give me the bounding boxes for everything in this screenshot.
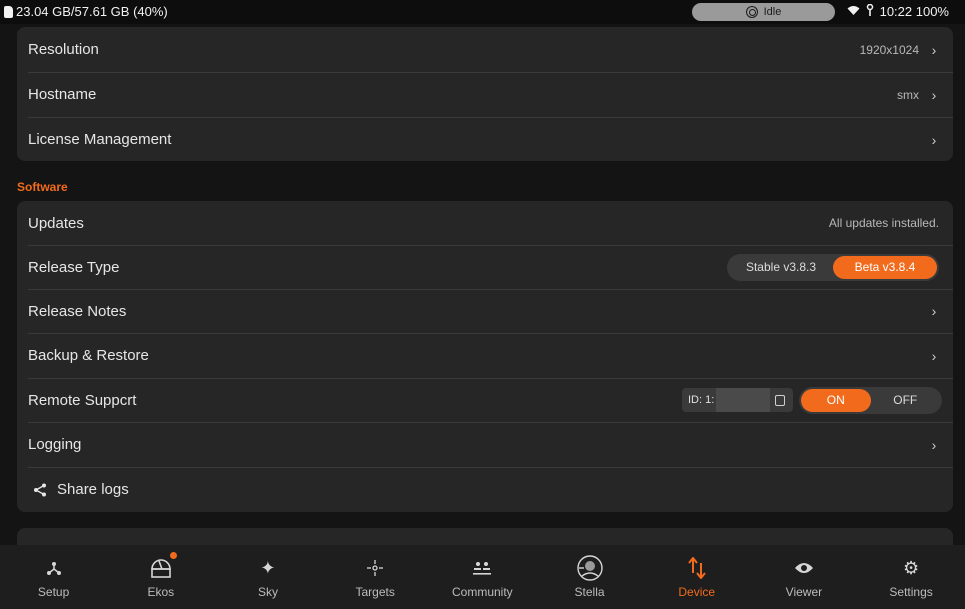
copy-icon[interactable] (775, 394, 785, 406)
stable-release-option[interactable]: Stable v3.8.3 (729, 256, 833, 279)
remote-support-toggle: ON OFF (799, 386, 942, 414)
nav-setup[interactable]: Setup (0, 545, 107, 609)
remote-support-off[interactable]: OFF (871, 389, 941, 412)
wifi-icon (847, 5, 860, 19)
setup-icon (46, 557, 62, 579)
updates-row[interactable]: Updates All updates installed. (17, 201, 953, 245)
chevron-right-icon: › (931, 86, 937, 103)
share-logs-label: Share logs (57, 481, 129, 498)
release-notes-label: Release Notes (28, 302, 127, 320)
nav-targets-label: Targets (355, 585, 395, 599)
nav-community-label: Community (452, 585, 513, 599)
nav-ekos-label: Ekos (147, 585, 175, 599)
redacted-id (716, 388, 771, 412)
key-icon (866, 3, 874, 19)
share-logs-row[interactable]: Share logs (17, 467, 953, 512)
software-section-title: Software (17, 180, 68, 194)
nav-device-label: Device (678, 585, 716, 599)
sparkle-icon: ✦ (260, 557, 276, 578)
eye-icon (794, 557, 814, 579)
idle-status-pill[interactable]: Idle (692, 3, 835, 21)
logging-row[interactable]: Logging › (17, 422, 953, 467)
license-management-row[interactable]: License Management › (17, 117, 953, 162)
backup-restore-row[interactable]: Backup & Restore › (17, 333, 953, 378)
community-icon (472, 557, 492, 579)
resolution-label: Resolution (28, 41, 99, 58)
nav-viewer-label: Viewer (785, 585, 823, 599)
idle-label: Idle (763, 6, 782, 18)
release-type-selector: Stable v3.8.3 Beta v3.8.4 (727, 253, 939, 281)
remote-support-row: Remote Suppcrt ID: 1: ON OFF (17, 378, 953, 422)
release-type-row: Release Type Stable v3.8.3 Beta v3.8.4 (17, 245, 953, 289)
time-battery: 10:22 100% (879, 4, 949, 19)
updates-status: All updates installed. (828, 216, 939, 230)
nav-targets[interactable]: Targets (322, 545, 429, 609)
transfer-arrows-icon (687, 557, 707, 579)
hostname-label: Hostname (28, 86, 97, 103)
nav-sky-label: Sky (257, 585, 278, 599)
nav-stella[interactable]: Stella (536, 545, 643, 609)
resolution-row[interactable]: Resolution 1920x1024 › (17, 27, 953, 72)
nav-community[interactable]: Community (429, 545, 536, 609)
target-icon (366, 557, 384, 579)
observatory-icon (150, 557, 172, 579)
hostname-value: smx (897, 87, 919, 102)
chevron-right-icon: › (931, 131, 937, 148)
nav-setup-label: Setup (37, 585, 70, 599)
release-notes-row[interactable]: Release Notes › (17, 289, 953, 333)
release-type-label: Release Type (28, 258, 120, 276)
nav-settings[interactable]: ⚙ Settings (858, 545, 965, 609)
nav-sky[interactable]: ✦ Sky (214, 545, 321, 609)
nav-device[interactable]: Device (643, 545, 750, 609)
remote-id-text: ID: 1: (688, 394, 715, 406)
chevron-right-icon: › (931, 41, 937, 58)
status-bar: 23.04 GB/57.61 GB (40%) Idle 10:22 100% (0, 0, 965, 24)
nav-viewer[interactable]: Viewer (750, 545, 857, 609)
license-management-label: License Management (28, 131, 172, 148)
device-info-card: Resolution 1920x1024 › Hostname smx › Li… (17, 27, 953, 161)
beta-release-option[interactable]: Beta v3.8.4 (833, 255, 937, 279)
remote-support-label: Remote Suppcrt (28, 391, 137, 409)
bottom-navigation: Setup Ekos ✦ Sky Targets Community Stell… (0, 545, 965, 609)
software-card: Updates All updates installed. Release T… (17, 201, 953, 512)
share-icon (34, 483, 46, 496)
storage-indicator: 23.04 GB/57.61 GB (40%) (4, 4, 168, 19)
stella-icon (576, 555, 604, 581)
sd-card-icon (4, 5, 13, 18)
storage-text: 23.04 GB/57.61 GB (40%) (16, 4, 168, 19)
nav-settings-label: Settings (889, 585, 933, 599)
hostname-row[interactable]: Hostname smx › (17, 72, 953, 117)
remote-support-id: ID: 1: (682, 388, 793, 412)
chevron-right-icon: › (931, 347, 937, 364)
status-target-icon (745, 6, 758, 18)
notification-badge (170, 552, 178, 559)
logging-label: Logging (28, 436, 82, 453)
remote-support-on[interactable]: ON (801, 388, 871, 412)
updates-label: Updates (28, 214, 84, 232)
nav-stella-label: Stella (574, 585, 605, 599)
chevron-right-icon: › (931, 303, 937, 319)
resolution-value: 1920x1024 (859, 42, 919, 57)
gear-icon: ⚙ (903, 557, 920, 578)
nav-ekos[interactable]: Ekos (107, 545, 214, 609)
system-tray: 10:22 100% (847, 3, 949, 19)
backup-restore-label: Backup & Restore (28, 347, 149, 364)
chevron-right-icon: › (931, 436, 937, 453)
